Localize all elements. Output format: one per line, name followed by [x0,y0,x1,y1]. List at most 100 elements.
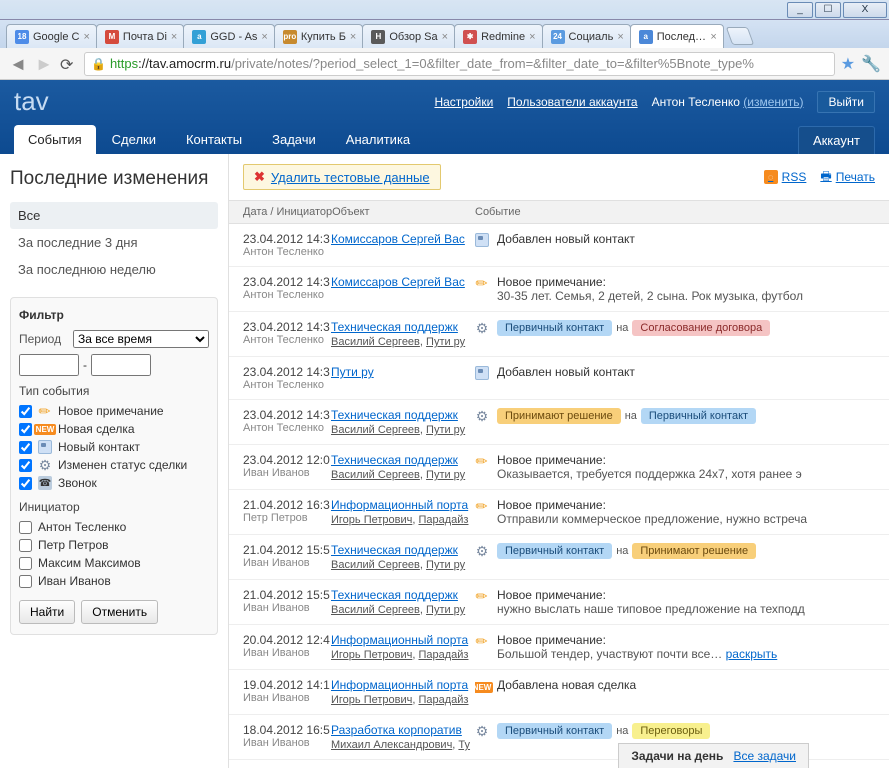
initiator-checkbox[interactable]: Антон Тесленко [19,518,209,536]
reveal-link[interactable]: раскрыть [726,647,778,661]
event-object-link[interactable]: Техническая поддержк [331,320,458,334]
checkbox[interactable] [19,405,32,418]
url-path: /private/notes/?period_select_1=0&filter… [231,56,754,71]
close-window-button[interactable]: X [843,2,887,18]
event-object-link[interactable]: Техническая поддержк [331,588,458,602]
event-row: 23.04.2012 14:3Антон ТесленкоКомиссаров … [229,224,889,267]
tasks-widget[interactable]: Задачи на день Все задачи [618,743,809,768]
edit-user-link[interactable]: (изменить) [743,95,803,109]
app-header: tav Настройки Пользователи аккаунта Анто… [0,80,889,154]
initiator-checkbox[interactable]: Иван Иванов [19,572,209,590]
checkbox[interactable] [19,539,32,552]
content: Последние изменения ВсеЗа последние 3 дн… [0,154,889,768]
event-list[interactable]: 23.04.2012 14:3Антон ТесленкоКомиссаров … [229,224,889,768]
browser-tab[interactable]: MПочта Di× [96,24,184,48]
event-object-link[interactable]: Пути ру [331,365,374,379]
status-tag: Первичный контакт [497,723,612,739]
nav-tab[interactable]: События [14,125,96,154]
browser-tab[interactable]: aGGD - As× [183,24,275,48]
back-button[interactable]: ◄ [8,54,28,74]
checkbox[interactable] [19,423,32,436]
favicon: a [639,30,653,44]
reload-button[interactable]: ⟳ [60,55,78,73]
forward-button[interactable]: ► [34,54,54,74]
event-object-sub: Михаил Александрович, Ту [331,739,475,751]
tab-close-icon[interactable]: × [171,31,177,43]
new-tab-button[interactable] [725,27,754,45]
account-users-link[interactable]: Пользователи аккаунта [507,95,637,109]
checkbox[interactable] [19,557,32,570]
event-object-link[interactable]: Информационный порта [331,633,468,647]
tab-close-icon[interactable]: × [83,31,89,43]
quick-filter-item[interactable]: Все [10,202,218,229]
initiator-name: Максим Максимов [38,556,141,570]
initiator-checkbox[interactable]: Максим Максимов [19,554,209,572]
period-select[interactable]: За все время [73,330,209,348]
tab-close-icon[interactable]: × [710,31,716,43]
checkbox[interactable] [19,521,32,534]
event-object-link[interactable]: Техническая поддержк [331,408,458,422]
browser-tab[interactable]: 24Социаль× [542,24,631,48]
event-object-link[interactable]: Разработка корпоратив [331,723,462,737]
event-type-checkbox[interactable]: NEWНовая сделка [19,420,209,438]
tab-close-icon[interactable]: × [442,31,448,43]
event-subtext: нужно выслать наше типовое предложение н… [497,602,875,616]
event-object-link[interactable]: Информационный порта [331,678,468,692]
event-object-link[interactable]: Техническая поддержк [331,453,458,467]
new-icon: NEW [38,422,52,436]
event-type-checkbox[interactable]: ✎Новое примечание [19,402,209,420]
cancel-button[interactable]: Отменить [81,600,158,624]
nav-tab[interactable]: Задачи [258,125,330,154]
event-object-sub: Василий Сергеев, Пути ру [331,469,475,481]
checkbox[interactable] [19,477,32,490]
browser-tab[interactable]: proКупить Б× [274,24,364,48]
tab-close-icon[interactable]: × [617,31,623,43]
quick-filter-item[interactable]: За последнюю неделю [10,256,218,283]
rss-link[interactable]: ◌RSS [764,170,807,184]
settings-link[interactable]: Настройки [434,95,493,109]
tab-close-icon[interactable]: × [350,31,356,43]
event-object-link[interactable]: Комиссаров Сергей Вас [331,275,465,289]
event-text: Новое примечание: [497,498,875,512]
address-bar[interactable]: 🔒 https ://tav.amocrm.ru /private/notes/… [84,52,835,76]
nav-tab[interactable]: Контакты [172,125,256,154]
browser-tab[interactable]: aПоследни× [630,24,724,48]
all-tasks-link[interactable]: Все задачи [733,749,796,763]
phone-icon: ☎ [38,476,52,490]
initiator-checkbox[interactable]: Петр Петров [19,536,209,554]
nav-tab[interactable]: Аналитика [332,125,424,154]
event-type-checkbox[interactable]: Новый контакт [19,438,209,456]
menu-icon[interactable]: 🔧 [861,54,881,74]
browser-tab[interactable]: HОбзор Sa× [362,24,455,48]
gear-icon: ⚙ [475,544,489,558]
event-object-link[interactable]: Техническая поддержк [331,543,458,557]
browser-tab[interactable]: 18Google C× [6,24,97,48]
delete-test-data[interactable]: ✖ Удалить тестовые данные [243,164,441,190]
event-datetime: 21.04.2012 15:5 [243,543,331,557]
tab-title: Redmine [481,31,525,43]
event-type-checkbox[interactable]: ⚙Изменен статус сделки [19,456,209,474]
tab-close-icon[interactable]: × [261,31,267,43]
account-tab[interactable]: Аккаунт [798,126,875,154]
browser-tab[interactable]: ✱Redmine× [454,24,542,48]
logout-button[interactable]: Выйти [817,91,875,113]
print-link[interactable]: 🖶Печать [820,167,875,188]
quick-filter-item[interactable]: За последние 3 дня [10,229,218,256]
date-from-input[interactable] [19,354,79,376]
checkbox[interactable] [19,575,32,588]
date-to-input[interactable] [91,354,151,376]
find-button[interactable]: Найти [19,600,75,624]
event-type-checkbox[interactable]: ☎Звонок [19,474,209,492]
contact-card-icon [475,233,489,247]
minimize-button[interactable]: _ [787,2,813,18]
checkbox[interactable] [19,459,32,472]
event-object-link[interactable]: Комиссаров Сергей Вас [331,232,465,246]
checkbox[interactable] [19,441,32,454]
bookmark-icon[interactable]: ★ [841,54,855,74]
tab-close-icon[interactable]: × [529,31,535,43]
maximize-button[interactable]: ☐ [815,2,841,18]
event-object-link[interactable]: Информационный порта [331,498,468,512]
event-initiator: Иван Иванов [243,467,331,479]
event-row: 23.04.2012 14:3Антон ТесленкоКомиссаров … [229,267,889,312]
nav-tab[interactable]: Сделки [98,125,170,154]
